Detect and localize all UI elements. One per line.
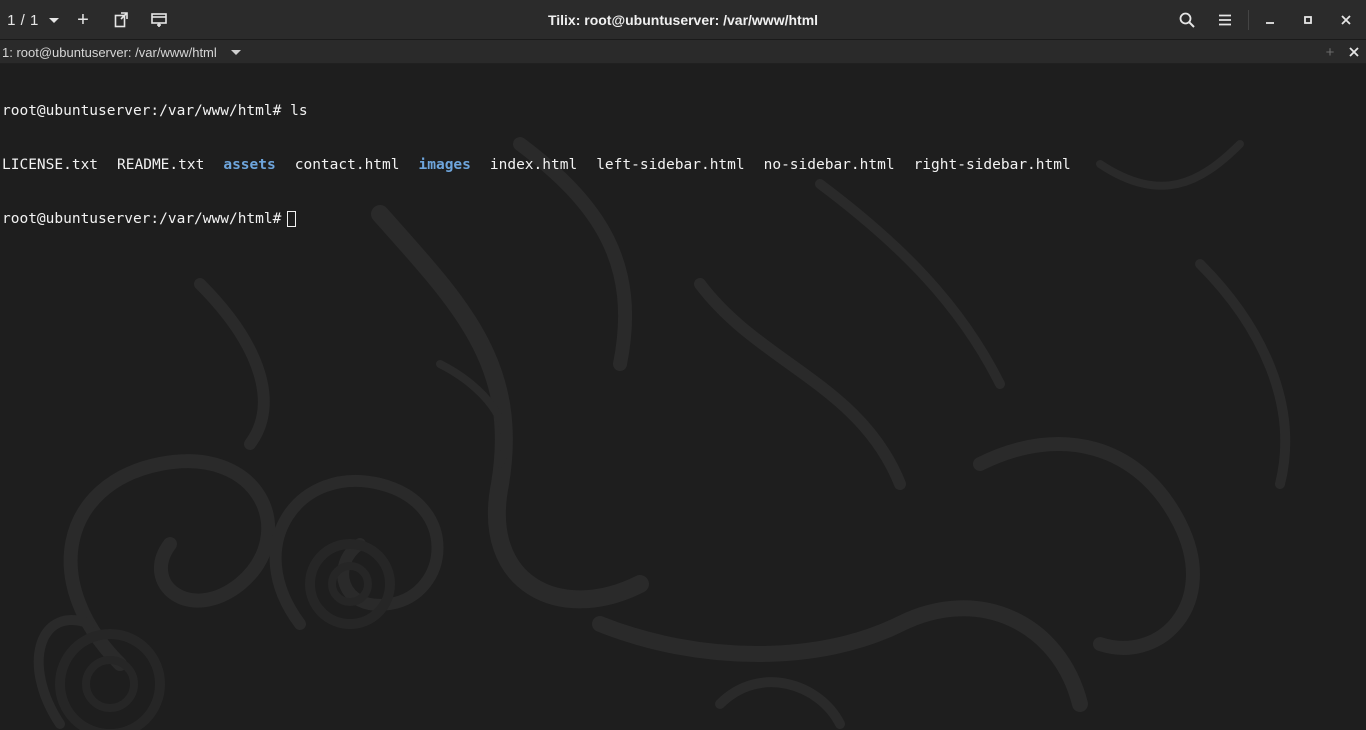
maximize-icon <box>1304 16 1312 24</box>
add-session-button[interactable]: + <box>70 0 96 40</box>
maximize-button[interactable] <box>1295 0 1321 40</box>
terminal-line-command: root@ubuntuserver:/var/www/html# ls <box>2 102 1090 120</box>
find-button[interactable] <box>1174 0 1200 40</box>
window-title: Tilix: root@ubuntuserver: /var/www/html <box>547 12 819 28</box>
text-cursor <box>287 211 297 227</box>
session-switcher-button[interactable]: 1 / 1 <box>6 0 60 40</box>
terminal-title-button[interactable]: 1: root@ubuntuserver: /var/www/html <box>2 40 241 64</box>
list-item-file: contact.html <box>294 157 400 173</box>
sync-input-button[interactable] <box>146 0 172 40</box>
terminal-title-bar: 1: root@ubuntuserver: /var/www/html + <box>0 40 1366 64</box>
search-icon <box>1179 12 1195 28</box>
terminal-line-listing: LICENSE.txt README.txt assets contact.ht… <box>2 156 1090 174</box>
minimize-icon <box>1266 22 1274 24</box>
list-item-file: left-sidebar.html <box>596 157 745 173</box>
terminal-title: 1: root@ubuntuserver: /var/www/html <box>2 44 217 60</box>
shell-prompt: root@ubuntuserver:/var/www/html# <box>2 211 282 227</box>
terminal-view[interactable]: root@ubuntuserver:/var/www/html# ls LICE… <box>0 64 1366 730</box>
tilix-window: 1 / 1 + Tilix: root@ubuntuserver: /var/w… <box>0 0 1366 730</box>
hamburger-menu-icon <box>1219 14 1231 26</box>
add-icon: + <box>77 8 89 31</box>
close-window-button[interactable] <box>1333 0 1359 40</box>
add-terminal-button[interactable]: + <box>1320 40 1340 64</box>
close-terminal-button[interactable] <box>1344 40 1364 64</box>
close-icon <box>1349 47 1359 57</box>
header-bar: 1 / 1 + Tilix: root@ubuntuserver: /var/w… <box>0 0 1366 40</box>
detach-icon <box>114 12 128 28</box>
list-item-file: right-sidebar.html <box>913 157 1071 173</box>
terminal-line-prompt: root@ubuntuserver:/var/www/html# <box>2 210 1090 228</box>
chevron-down-icon <box>230 49 241 55</box>
close-icon <box>1341 15 1351 25</box>
detach-terminal-button[interactable] <box>108 0 134 40</box>
terminal-output: root@ubuntuserver:/var/www/html# ls LICE… <box>2 66 1090 264</box>
main-menu-button[interactable] <box>1212 0 1238 40</box>
header-divider <box>1248 10 1249 30</box>
command-text: ls <box>290 103 308 119</box>
list-item-file: no-sidebar.html <box>763 157 895 173</box>
list-item-file: README.txt <box>117 157 205 173</box>
add-icon: + <box>1325 43 1335 61</box>
chevron-down-icon <box>48 17 59 23</box>
list-item-directory: assets <box>223 157 276 173</box>
list-item-file: index.html <box>489 157 578 173</box>
sync-input-icon <box>151 13 167 27</box>
list-item-directory: images <box>418 157 471 173</box>
shell-prompt: root@ubuntuserver:/var/www/html# <box>2 103 282 119</box>
minimize-button[interactable] <box>1257 0 1283 40</box>
session-counter: 1 / 1 <box>7 11 39 29</box>
list-item-file: LICENSE.txt <box>2 157 99 173</box>
